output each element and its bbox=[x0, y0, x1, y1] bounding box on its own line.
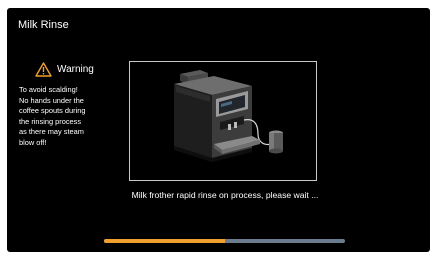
warning-line: coffee spouts during bbox=[19, 106, 86, 116]
warning-line: No hands under the bbox=[19, 95, 84, 105]
coffee-machine-icon bbox=[174, 70, 283, 162]
warning-line: as there may steam bbox=[19, 127, 84, 137]
rinse-progress-fill bbox=[104, 239, 225, 243]
coffee-machine-illustration bbox=[129, 61, 317, 181]
milk-rinse-screen: Milk Rinse Warning To avoid scalding! No… bbox=[7, 8, 430, 252]
status-message: Milk frother rapid rinse on process, ple… bbox=[131, 190, 319, 200]
warning-label: Warning bbox=[57, 64, 94, 75]
rinse-progress-bar bbox=[104, 239, 345, 243]
warning-triangle-icon bbox=[35, 62, 52, 77]
warning-line: blow off! bbox=[19, 137, 47, 147]
warning-line: the rinsing process bbox=[19, 116, 82, 126]
warning-message: To avoid scalding! No hands under the co… bbox=[19, 85, 123, 149]
warning-line: To avoid scalding! bbox=[19, 85, 78, 94]
warning-header: Warning bbox=[35, 62, 94, 77]
page-title: Milk Rinse bbox=[18, 19, 69, 31]
